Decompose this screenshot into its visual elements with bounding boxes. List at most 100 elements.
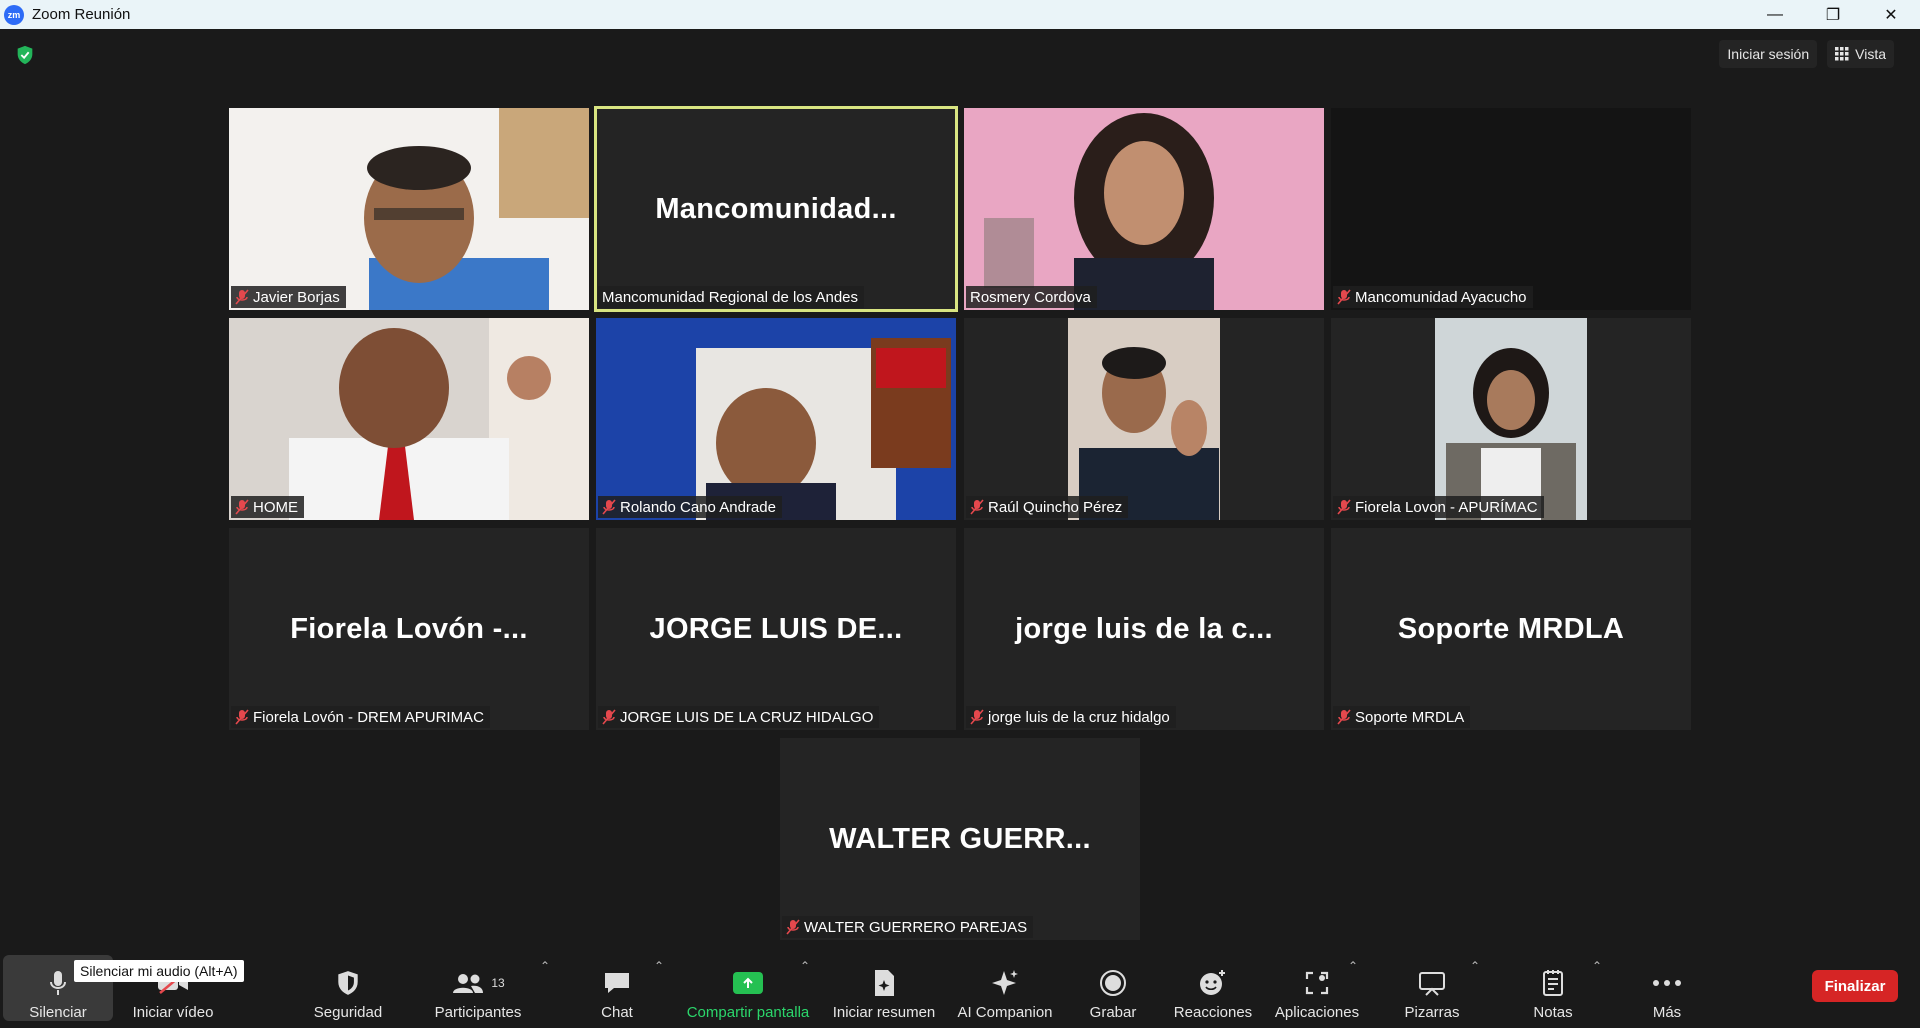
muted-mic-icon [1337, 709, 1351, 725]
participant-nametag: jorge luis de la cruz hidalgo [966, 706, 1176, 728]
participant-display-name: jorge luis de la c... [1015, 612, 1273, 645]
participant-tile-walter-guerrero[interactable]: WALTER GUERR... WALTER GUERRERO PAREJAS [780, 738, 1140, 940]
record-button[interactable]: Grabar [1083, 955, 1143, 1021]
participant-tile-rolando-cano[interactable]: Rolando Cano Andrade [596, 318, 956, 520]
participant-nametag: Fiorela Lovon - APURÍMAC [1333, 496, 1544, 518]
participant-nametag: Mancomunidad Ayacucho [1333, 286, 1533, 308]
mute-label: Silenciar [29, 1004, 87, 1021]
whiteboards-label: Pizarras [1404, 1004, 1460, 1021]
participants-count: 13 [491, 976, 505, 990]
participant-tile-raul-quincho[interactable]: Raúl Quincho Pérez [964, 318, 1324, 520]
participant-nametag: WALTER GUERRERO PAREJAS [782, 916, 1034, 938]
chat-options-chevron-icon[interactable]: ⌃ [654, 959, 664, 973]
ai-companion-label: AI Companion [957, 1004, 1053, 1021]
participant-video [964, 108, 1324, 310]
whiteboards-options-chevron-icon[interactable]: ⌃ [1470, 959, 1480, 973]
chat-button[interactable]: Chat [582, 955, 652, 1021]
participant-nametag: Mancomunidad Regional de los Andes [598, 286, 865, 308]
close-button[interactable]: ✕ [1862, 0, 1920, 29]
muted-mic-icon [602, 709, 616, 725]
participant-tile-rosmery-cordova[interactable]: Rosmery Cordova [964, 108, 1324, 310]
participant-name: Raúl Quincho Pérez [988, 498, 1123, 516]
apps-options-chevron-icon[interactable]: ⌃ [1348, 959, 1358, 973]
restore-button[interactable]: ❐ [1804, 0, 1862, 29]
participants-options-chevron-icon[interactable]: ⌃ [540, 959, 550, 973]
participant-tile-home[interactable]: HOME [229, 318, 589, 520]
chat-icon [605, 973, 629, 993]
participant-name: WALTER GUERRERO PAREJAS [804, 918, 1028, 936]
more-button[interactable]: Más [1637, 955, 1697, 1021]
sign-in-button[interactable]: Iniciar sesión [1719, 40, 1818, 68]
share-options-chevron-icon[interactable]: ⌃ [800, 959, 810, 973]
participants-icon [453, 974, 484, 993]
participant-tile-mancomunidad-ayacucho[interactable]: Mancomunidad Ayacucho [1331, 108, 1691, 310]
reactions-button[interactable]: Reacciones [1170, 955, 1256, 1021]
participants-button[interactable]: 13 Participantes [428, 955, 528, 1021]
participants-label: Participantes [434, 1004, 522, 1021]
participant-tile-mancomunidad-regional[interactable]: Mancomunidad... Mancomunidad Regional de… [594, 106, 958, 312]
notes-label: Notas [1533, 1004, 1573, 1021]
participant-video [229, 318, 589, 520]
participant-tile-javier-borjas[interactable]: Javier Borjas [229, 108, 589, 310]
mute-tooltip: Silenciar mi audio (Alt+A) [74, 960, 244, 982]
summary-document-icon [875, 970, 894, 996]
participant-name: Mancomunidad Ayacucho [1355, 288, 1527, 306]
participant-tile-fiorela-lovon-apurimac[interactable]: Fiorela Lovon - APURÍMAC [1331, 318, 1691, 520]
ai-companion-button[interactable]: AI Companion [950, 955, 1060, 1021]
participant-name: jorge luis de la cruz hidalgo [988, 708, 1170, 726]
grid-icon [1835, 47, 1849, 61]
chat-label: Chat [601, 1004, 633, 1021]
notes-button[interactable]: Notas [1518, 955, 1588, 1021]
participant-name: JORGE LUIS DE LA CRUZ HIDALGO [620, 708, 874, 726]
emoji-reaction-icon [1200, 970, 1225, 995]
minimize-button[interactable]: — [1746, 0, 1804, 29]
share-screen-button[interactable]: Compartir pantalla [678, 955, 818, 1021]
security-button[interactable]: Seguridad [300, 955, 396, 1021]
meeting-toolbar: Silenciar Iniciar vídeo Seguridad 13 Par… [0, 949, 1920, 1028]
muted-mic-icon [786, 919, 800, 935]
end-meeting-button[interactable]: Finalizar [1812, 970, 1898, 1002]
record-icon [1100, 970, 1126, 996]
participant-nametag: JORGE LUIS DE LA CRUZ HIDALGO [598, 706, 880, 728]
participant-tile-jorge-luis-lower[interactable]: jorge luis de la c... jorge luis de la c… [964, 528, 1324, 730]
view-label: Vista [1855, 46, 1886, 62]
participant-tile-fiorela-lovon-drem[interactable]: Fiorela Lovón -... Fiorela Lovón - DREM … [229, 528, 589, 730]
participant-name: Rolando Cano Andrade [620, 498, 776, 516]
participant-nametag: Javier Borjas [231, 286, 346, 308]
apps-icon [1305, 971, 1329, 995]
participant-name: HOME [253, 498, 298, 516]
muted-mic-icon [235, 499, 249, 515]
muted-mic-icon [235, 709, 249, 725]
start-summary-button[interactable]: Iniciar resumen [828, 955, 940, 1021]
participant-display-name: JORGE LUIS DE... [649, 612, 903, 645]
muted-mic-icon [970, 709, 984, 725]
participant-nametag: Rolando Cano Andrade [598, 496, 782, 518]
muted-mic-icon [602, 499, 616, 515]
participant-nametag: Fiorela Lovón - DREM APURIMAC [231, 706, 490, 728]
whiteboards-button[interactable]: Pizarras [1392, 955, 1472, 1021]
participant-nametag: Raúl Quincho Pérez [966, 496, 1129, 518]
encryption-shield-icon[interactable] [14, 44, 36, 66]
start-video-label: Iniciar vídeo [132, 1004, 214, 1021]
share-screen-icon [733, 972, 763, 994]
participant-video [1331, 318, 1691, 520]
participant-name: Soporte MRDLA [1355, 708, 1465, 726]
participant-video [964, 318, 1324, 520]
participant-tile-jorge-luis-upper[interactable]: JORGE LUIS DE... JORGE LUIS DE LA CRUZ H… [596, 528, 956, 730]
participant-name: Mancomunidad Regional de los Andes [602, 288, 859, 306]
view-button[interactable]: Vista [1827, 40, 1894, 68]
reactions-label: Reacciones [1173, 1004, 1253, 1021]
participant-name: Fiorela Lovón - DREM APURIMAC [253, 708, 484, 726]
window-title: Zoom Reunión [32, 6, 131, 23]
microphone-icon [50, 971, 66, 995]
participant-nametag: Soporte MRDLA [1333, 706, 1471, 728]
participant-tile-soporte-mrdla[interactable]: Soporte MRDLA Soporte MRDLA [1331, 528, 1691, 730]
participant-name: Fiorela Lovon - APURÍMAC [1355, 498, 1538, 516]
participant-video [229, 108, 589, 310]
more-label: Más [1652, 1004, 1682, 1021]
participant-display-name: Fiorela Lovón -... [290, 612, 528, 645]
apps-label: Aplicaciones [1274, 1004, 1360, 1021]
notes-options-chevron-icon[interactable]: ⌃ [1592, 959, 1602, 973]
participant-display-name: Soporte MRDLA [1397, 612, 1625, 645]
window-titlebar: zm Zoom Reunión — ❐ ✕ [0, 0, 1920, 29]
